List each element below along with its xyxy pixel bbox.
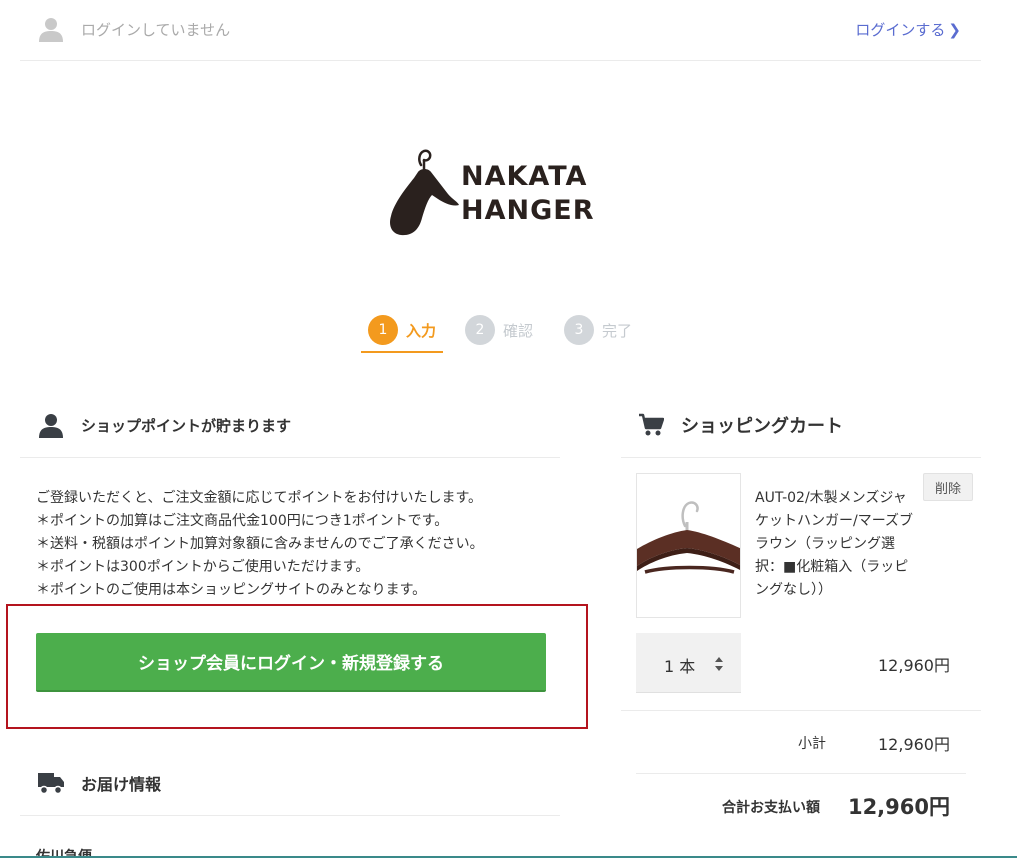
subtotal-value: 12,960円: [878, 735, 950, 754]
hanger-product-image: [637, 501, 740, 574]
delete-button[interactable]: 削除: [923, 473, 973, 501]
subtotal-label: 小計: [798, 736, 826, 752]
cart-item-name[interactable]: AUT-02/木製メンズジャケットハンガー/マーズブラウン（ラッピング選択：■化…: [755, 487, 920, 602]
chevron-right-icon[interactable]: ❯: [948, 21, 961, 39]
points-section-header: ショップポイントが貯まります: [38, 412, 291, 438]
total-value: 12,960円: [847, 795, 950, 819]
step-number: 2: [465, 315, 495, 345]
quantity-value[interactable]: 1 本: [664, 653, 695, 677]
cart-section-header: ショッピングカート: [638, 412, 843, 438]
sort-arrows-icon: [715, 657, 723, 671]
divider: [621, 710, 981, 711]
brand-wordmark: NAKATA HANGER: [461, 160, 595, 228]
brand-logo[interactable]: NAKATA HANGER: [388, 146, 618, 241]
top-bar: ログインしていません ログインする ❯: [20, 0, 981, 61]
cart-title: ショッピングカート: [681, 416, 843, 437]
user-icon: [39, 414, 63, 438]
step-input: 1 入力: [368, 315, 436, 345]
checkout-steps: 1 入力 2 確認 3 完了: [361, 313, 661, 353]
brand-line-2: HANGER: [461, 195, 595, 226]
points-info-line: ＊ポイントのご使用は本ショッピングサイトのみとなります。: [36, 582, 427, 598]
user-icon: [39, 18, 63, 42]
step-label: 入力: [406, 321, 437, 340]
step-number: 1: [368, 315, 398, 345]
shipping-section-header: お届け情報: [37, 771, 161, 795]
step-complete: 3 完了: [564, 315, 632, 345]
login-link[interactable]: ログインする ❯: [855, 19, 961, 40]
divider: [20, 457, 560, 458]
member-login-register-button[interactable]: ショップ会員にログイン・新規登録する: [36, 633, 546, 692]
points-info-text: ご登録いただくと、ご注文金額に応じてポイントをお付けいたします。 ＊ポイントの加…: [36, 487, 484, 602]
step-number: 3: [564, 315, 594, 345]
brand-line-1: NAKATA: [461, 161, 588, 192]
divider: [621, 457, 981, 458]
total-label: 合計お支払い額: [722, 800, 820, 816]
cart-item-price: 12,960円: [878, 656, 950, 675]
login-link-label[interactable]: ログインする: [855, 21, 945, 39]
hanger-logo-icon: [390, 149, 459, 236]
login-status-text: ログインしていません: [81, 21, 231, 39]
points-info-line: ご登録いただくと、ご注文金額に応じてポイントをお付けいたします。: [36, 490, 483, 506]
points-info-line: ＊送料・税額はポイント加算対象額に含みませんのでご了承ください。: [36, 536, 484, 552]
step-label: 確認: [503, 321, 534, 340]
shipping-section-title: お届け情報: [81, 775, 162, 794]
active-step-underline: [361, 351, 443, 353]
divider: [20, 815, 560, 816]
points-info-line: ＊ポイントの加算はご注文商品代金100円につき1ポイントです。: [36, 513, 449, 529]
points-section-title: ショップポイントが貯まります: [81, 416, 292, 435]
points-info-line: ＊ポイントは300ポイントからご使用いただけます。: [36, 559, 370, 575]
product-thumbnail[interactable]: [636, 473, 741, 618]
step-confirm: 2 確認: [465, 315, 533, 345]
truck-icon: [38, 773, 64, 795]
divider: [636, 773, 966, 774]
step-label: 完了: [602, 321, 633, 340]
shopping-cart-icon: [639, 413, 664, 436]
quantity-select[interactable]: 1 本: [636, 633, 741, 693]
